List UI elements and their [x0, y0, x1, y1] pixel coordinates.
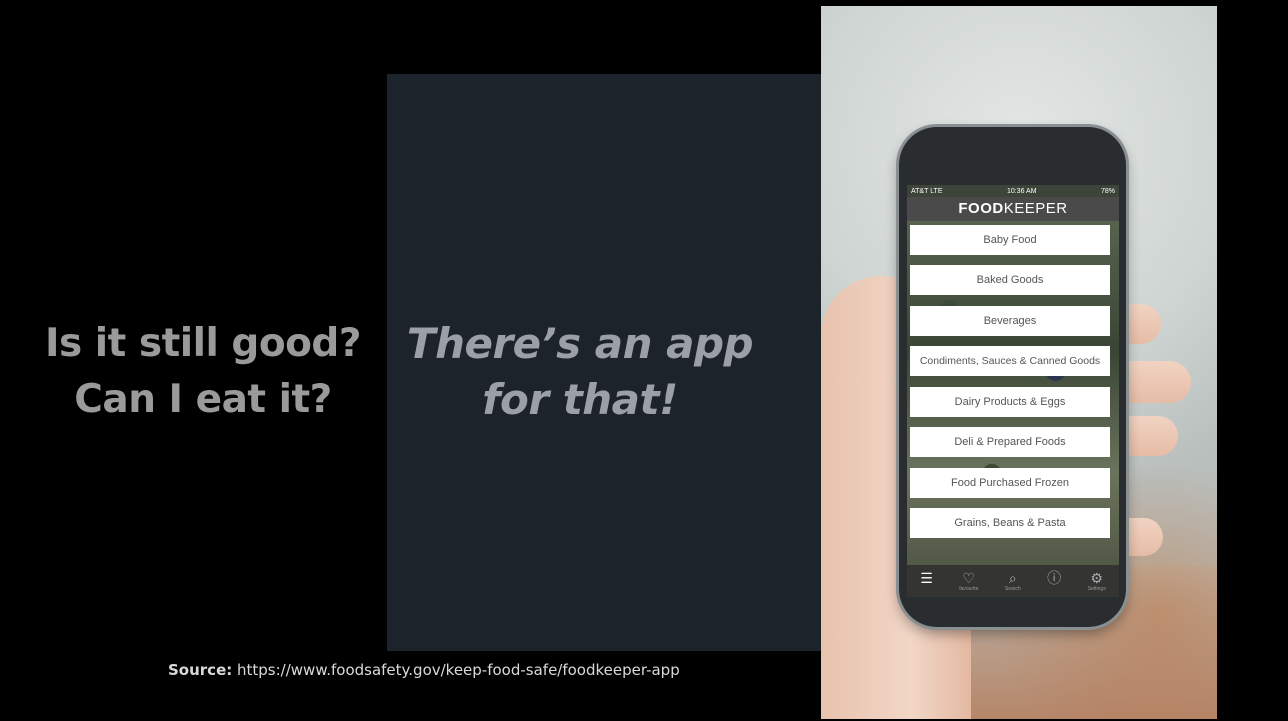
app-title-light: KEEPER	[1003, 200, 1068, 217]
left-heading-line-1: Is it still good?	[45, 321, 361, 366]
menu-item-beverages[interactable]: Beverages	[910, 306, 1110, 336]
center-heading-line-2: for that!	[482, 375, 678, 424]
menu-item-condiments[interactable]: Condiments, Sauces & Canned Goods	[910, 346, 1110, 376]
heart-icon: ♡	[962, 570, 976, 586]
slide: Is it still good? Can I eat it? There’s …	[0, 0, 1288, 721]
menu-item-dairy[interactable]: Dairy Products & Eggs	[910, 387, 1110, 417]
tab-bar: ☰ ♡ favourite ⌕ Search ⓘ ⚙ Settings	[907, 565, 1119, 597]
app-header: FOODKEEPER	[907, 197, 1119, 221]
search-icon: ⌕	[1008, 570, 1017, 586]
menu-item-grains[interactable]: Grains, Beans & Pasta	[910, 508, 1110, 538]
tab-info[interactable]: ⓘ	[1047, 570, 1061, 592]
menu-item-deli[interactable]: Deli & Prepared Foods	[910, 427, 1110, 457]
left-heading: Is it still good? Can I eat it?	[28, 316, 378, 428]
menu-item-baby-food[interactable]: Baby Food	[910, 225, 1110, 255]
tab-favourite-label: favourite	[959, 586, 979, 592]
center-heading-line-1: There’s an app	[406, 319, 754, 368]
battery: 78%	[1100, 187, 1115, 195]
tab-search-label: Search	[1004, 586, 1021, 592]
left-heading-line-2: Can I eat it?	[74, 377, 332, 422]
tab-menu[interactable]: ☰	[920, 570, 933, 592]
source-label: Source:	[168, 661, 233, 679]
tab-search[interactable]: ⌕ Search	[1005, 570, 1021, 592]
source-url: https://www.foodsafety.gov/keep-food-saf…	[232, 661, 680, 679]
info-icon: ⓘ	[1047, 570, 1062, 586]
menu-item-baked-goods[interactable]: Baked Goods	[910, 265, 1110, 295]
menu-icon: ☰	[920, 570, 933, 586]
app-title-bold: FOOD	[958, 200, 1004, 217]
tab-settings[interactable]: ⚙ Settings	[1088, 570, 1106, 592]
tab-favourite[interactable]: ♡ favourite	[959, 570, 978, 592]
tab-settings-label: Settings	[1087, 586, 1106, 592]
clock: 10:36 AM	[1006, 187, 1037, 195]
carrier: AT&T LTE	[911, 187, 943, 195]
status-bar: AT&T LTE 10:36 AM 78%	[907, 185, 1119, 197]
app-screen: AT&T LTE 10:36 AM 78% FOODKEEPER Baby Fo…	[907, 185, 1119, 597]
gear-icon: ⚙	[1090, 570, 1103, 586]
smartphone: AT&T LTE 10:36 AM 78% FOODKEEPER Baby Fo…	[899, 127, 1126, 627]
center-heading: There’s an app for that!	[395, 316, 765, 428]
phone-photo: AT&T LTE 10:36 AM 78% FOODKEEPER Baby Fo…	[821, 6, 1217, 719]
menu-item-frozen[interactable]: Food Purchased Frozen	[910, 468, 1110, 498]
source-citation: Source: https://www.foodsafety.gov/keep-…	[168, 661, 680, 679]
